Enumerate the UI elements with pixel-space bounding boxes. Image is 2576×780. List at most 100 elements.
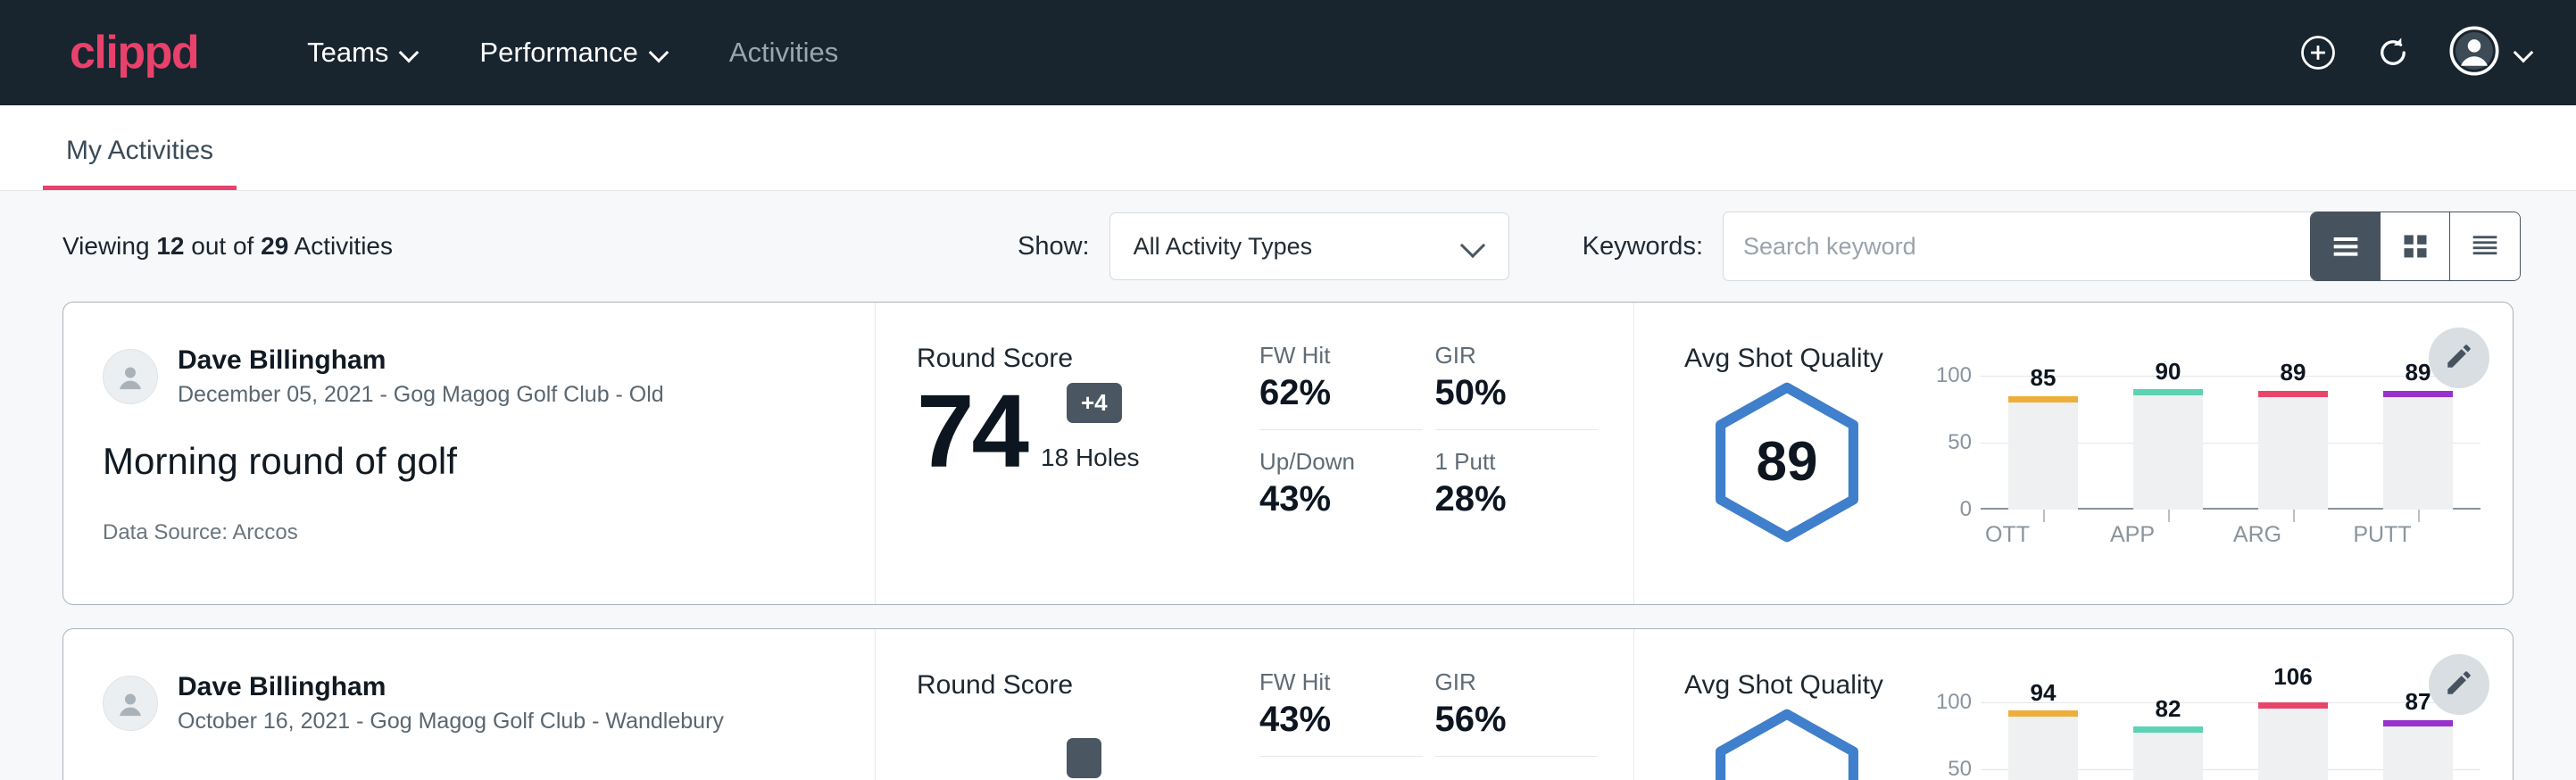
viewing-suffix: Activities [295,232,393,260]
stat-value: 43% [1259,479,1423,519]
activity-type-value: All Activity Types [1134,233,1313,261]
bar [2383,720,2453,780]
filter-bar: Viewing 12 out of 29 Activities Show: Al… [0,191,2576,302]
bar-column-arg: 89 [2258,376,2328,510]
stat-label: GIR [1435,342,1599,369]
nav-item-teams[interactable]: Teams [277,37,449,69]
bar-cap [2383,391,2453,397]
view-toggle-group [2310,212,2521,281]
stat-label: Up/Down [1259,448,1423,476]
top-navigation-bar: clippd Teams Performance Activities [0,0,2576,105]
stat-value: 50% [1435,373,1599,413]
tab-strip: My Activities [0,105,2576,191]
activity-card[interactable]: Dave Billingham December 05, 2021 - Gog … [62,302,2514,605]
stat-up-down: Up/Down 43% [1259,448,1423,535]
stat-label: 1 Putt [1435,448,1599,476]
bar [2383,391,2453,510]
card-score-column: Round Score 74 +4 18 Holes [876,303,1259,604]
stat-value: 28% [1435,479,1599,519]
card-stats-column: FW Hit 62% GIR 50% Up/Down 43% 1 Putt 28… [1259,303,1634,604]
plus-circle-icon[interactable] [2299,34,2337,71]
card-user-name: Dave Billingham [178,670,724,704]
y-tick-100: 100 [1936,363,1972,388]
main-nav-items: Teams Performance Activities [277,37,868,69]
view-toggle-list[interactable] [2311,212,2381,280]
chevron-down-icon [401,44,419,62]
card-user-block: Dave Billingham December 05, 2021 - Gog … [103,344,835,410]
round-score-value: 74 [917,379,1026,483]
quality-score: 89 [1757,430,1818,494]
bar [2008,396,2078,510]
brand-logo[interactable]: clippd [46,29,198,76]
bar-value: 89 [2258,359,2328,386]
card-quality-column: Avg Shot Quality 100 50 [1634,629,2513,780]
x-label-ott: OTT [1973,522,2042,548]
bar [2133,726,2203,780]
bar-column-app: 90 [2133,376,2203,510]
bar-value: 94 [2008,679,2078,707]
activity-card[interactable]: Dave Billingham October 16, 2021 - Gog M… [62,628,2514,780]
search-input[interactable] [1723,212,2339,281]
nav-item-label: Activities [729,37,838,69]
chevron-down-icon [651,44,669,62]
avatar [103,349,158,404]
quality-hexagon [1704,706,1870,780]
round-score-row: 74 +4 18 Holes [917,379,1259,483]
shot-quality-chart: 100 50 0 94 [1890,702,2513,780]
activity-card-list: Dave Billingham December 05, 2021 - Gog … [0,302,2576,780]
card-stats-column: FW Hit 43% GIR 56% [1259,629,1634,780]
view-toggle-grid[interactable] [2381,212,2450,280]
viewing-prefix: Viewing [62,232,150,260]
round-score-label: Round Score [917,670,1259,701]
card-title: Morning round of golf [103,440,835,483]
filter-controls: Show: All Activity Types Keywords: [1018,191,2339,302]
card-quality-column: Avg Shot Quality 89 100 50 [1634,303,2513,604]
bar-column-putt: 87 [2383,702,2453,780]
card-data-source: Data Source: Arccos [103,520,835,545]
bar-column-arg: 106 [2258,702,2328,780]
x-label-app: APP [2098,522,2167,548]
chart-plot-area: 94 82 [1981,702,2480,780]
edit-activity-button[interactable] [2429,328,2489,388]
bar-column-ott: 85 [2008,376,2078,510]
stat-fw-hit: FW Hit 43% [1259,668,1423,757]
y-tick-0: 0 [1960,497,1972,522]
bar [2258,702,2328,780]
nav-item-performance[interactable]: Performance [449,37,698,69]
stat-label: FW Hit [1259,668,1423,696]
stat-value: 56% [1435,700,1599,740]
activity-type-select[interactable]: All Activity Types [1109,212,1509,280]
keywords-label: Keywords: [1583,232,1703,261]
quality-hexagon: 89 [1704,379,1870,545]
viewing-summary: Viewing 12 out of 29 Activities [62,232,393,261]
chart-plot-area: 85 90 [1981,376,2480,510]
stat-value: 62% [1259,373,1423,413]
bar-value: 82 [2133,695,2203,723]
bar-cap [2258,391,2328,397]
view-toggle-detail[interactable] [2450,212,2520,280]
pencil-icon [2444,668,2474,702]
refresh-icon[interactable] [2374,34,2412,71]
chevron-down-icon [2515,44,2533,62]
bar [2258,391,2328,510]
nav-item-label: Performance [479,37,637,69]
bar [2008,710,2078,780]
edit-activity-button[interactable] [2429,654,2489,715]
nav-right-actions [2299,0,2533,105]
stat-label: FW Hit [1259,342,1423,369]
bar-cap [2258,702,2328,709]
y-tick-50: 50 [1948,757,1972,780]
stat-value: 43% [1259,700,1423,740]
quality-hexagon-wrap: 89 [1684,379,1890,545]
bar-cap [2008,396,2078,402]
chart-bars: 94 82 [1981,702,2480,780]
card-info-column: Dave Billingham December 05, 2021 - Gog … [63,303,876,604]
bar-column-app: 82 [2133,702,2203,780]
quality-hexagon-wrap [1684,706,1890,780]
avatar-menu[interactable] [2449,26,2533,80]
avatar [103,676,158,731]
tab-my-activities[interactable]: My Activities [43,136,237,190]
quality-body: 100 50 0 94 [1684,702,2513,780]
bar-value: 85 [2008,364,2078,392]
nav-item-activities[interactable]: Activities [699,37,868,69]
